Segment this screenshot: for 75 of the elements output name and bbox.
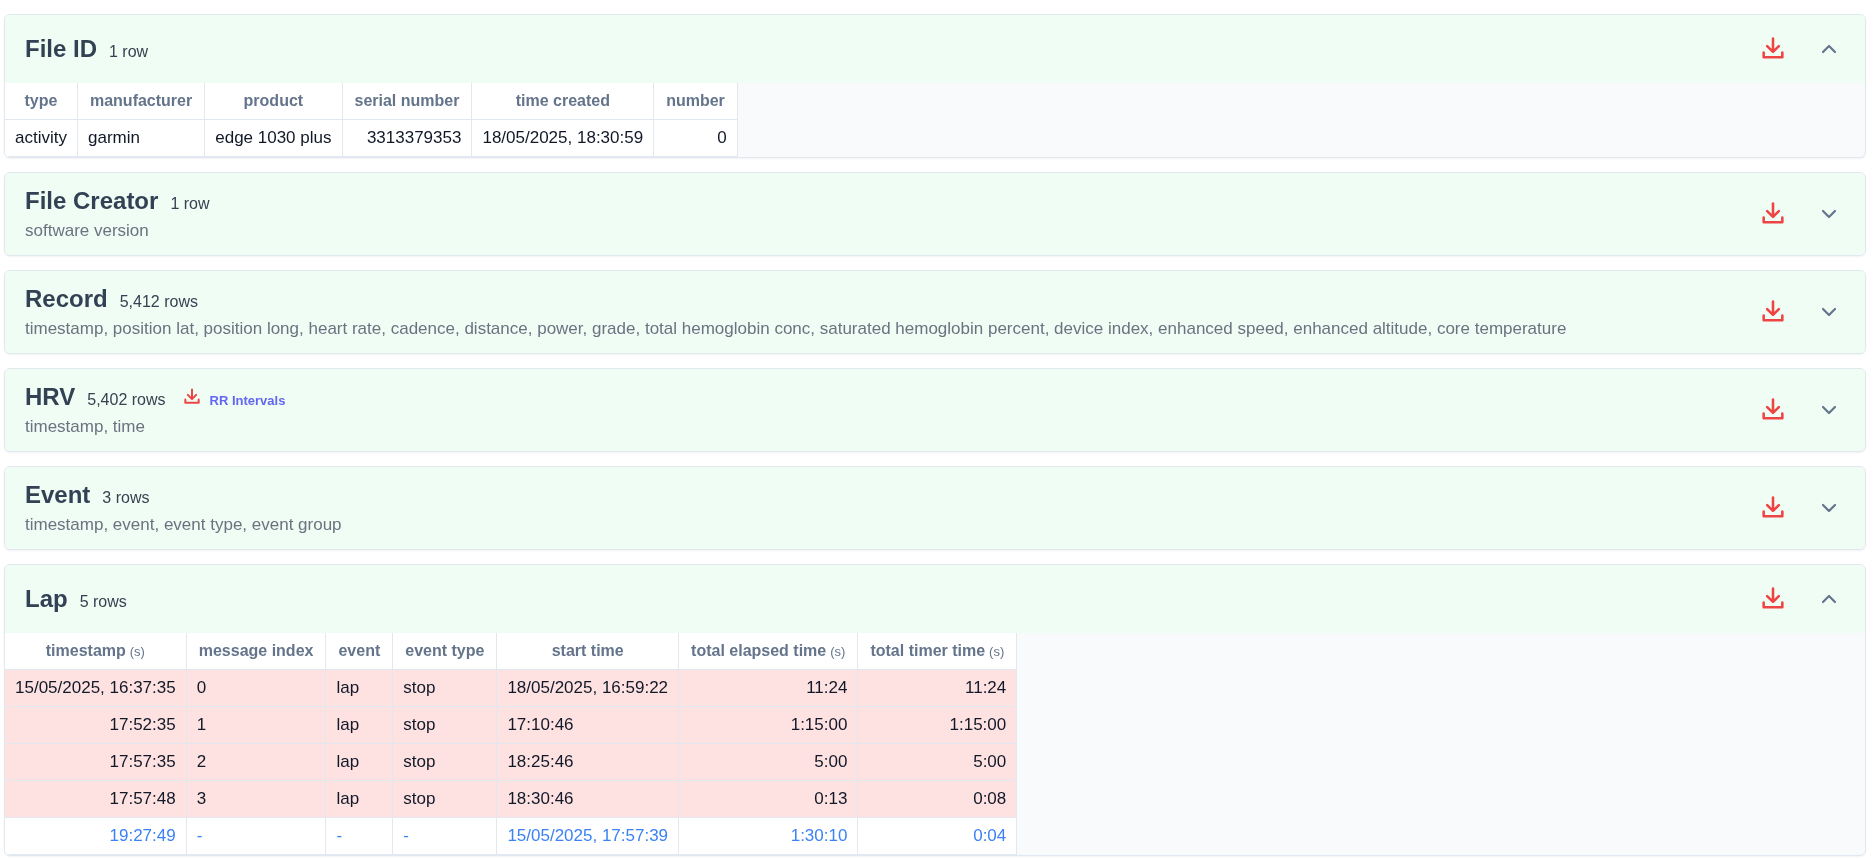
table-cell: 0:04 [857, 817, 1017, 855]
row-count: 1 row [170, 195, 210, 213]
field-list: timestamp, event, event type, event group [25, 515, 1729, 535]
table-cell: stop [392, 780, 497, 818]
table-cell: - [186, 817, 326, 855]
rr-intervals-link[interactable]: RR Intervals [209, 393, 286, 408]
row-count: 1 row [109, 43, 149, 61]
row-count: 5,402 rows [87, 391, 166, 409]
table-cell: 0 [186, 669, 326, 707]
row-count: 5 rows [79, 593, 127, 611]
table-cell: 0:08 [857, 780, 1017, 818]
row-count: 5,412 rows [119, 293, 198, 311]
table-cell: 2 [186, 743, 326, 781]
table-cell: 18:25:46 [496, 743, 679, 781]
table-cell: 1:30:10 [678, 817, 858, 855]
column-header: total elapsed time (s) [678, 633, 858, 670]
unit-label: (s) [989, 644, 1005, 659]
table-cell: 18/05/2025, 18:30:59 [471, 119, 654, 157]
table-cell: 1:15:00 [678, 706, 858, 744]
table-cell: 18:30:46 [496, 780, 679, 818]
table-cell: 15/05/2025, 17:57:39 [496, 817, 679, 855]
unit-label: (s) [830, 644, 846, 659]
table-cell: stop [392, 743, 497, 781]
column-header: type [5, 83, 78, 120]
download-icon[interactable] [181, 387, 202, 407]
table-cell: lap [325, 706, 393, 744]
column-header: timestamp (s) [5, 633, 187, 670]
table-cell: 18/05/2025, 16:59:22 [496, 669, 679, 707]
table-cell: 0:13 [678, 780, 858, 818]
table-cell: 3313379353 [342, 119, 472, 157]
section-title: Record [25, 285, 108, 313]
column-header: start time [496, 633, 679, 670]
table-cell: 5:00 [857, 743, 1017, 781]
table-cell: - [325, 817, 393, 855]
field-list: timestamp, position lat, position long, heart rate, cadence, distance, power, grade, total hemoglobin conc, saturated hemoglobin percent, device index, enhanced speed, enhanced altitude, core temperature [25, 319, 1729, 339]
column-header: manufacturer [77, 83, 205, 120]
column-header: serial number [342, 83, 472, 120]
table-cell: 1 [186, 706, 326, 744]
unit-label: (s) [129, 644, 145, 659]
table-cell: 11:24 [678, 669, 858, 707]
table-cell: 19:27:49 [5, 817, 187, 855]
table-cell: - [392, 817, 497, 855]
column-header: number [653, 83, 738, 120]
table-cell: 5:00 [678, 743, 858, 781]
table-cell: lap [325, 780, 393, 818]
table-cell: stop [392, 706, 497, 744]
table-cell: 17:57:48 [5, 780, 187, 818]
column-header: total timer time (s) [857, 633, 1017, 670]
column-header: time created [471, 83, 654, 120]
table-cell: 11:24 [857, 669, 1017, 707]
table-cell: lap [325, 669, 393, 707]
table-cell: 17:10:46 [496, 706, 679, 744]
table-cell: 17:57:35 [5, 743, 187, 781]
table-cell: lap [325, 743, 393, 781]
table-cell: 0 [653, 119, 738, 157]
section-title: HRV [25, 383, 76, 411]
table-cell: activity [5, 119, 78, 157]
section-title: File ID [25, 35, 97, 63]
table-cell: edge 1030 plus [204, 119, 342, 157]
column-header: product [204, 83, 342, 120]
section-title: Lap [25, 585, 68, 613]
section-title: File Creator [25, 187, 159, 215]
field-list: timestamp, time [25, 417, 1729, 437]
section-title: Event [25, 481, 91, 509]
column-header: event [325, 633, 393, 670]
table-cell: 17:52:35 [5, 706, 187, 744]
table-cell: garmin [77, 119, 205, 157]
field-list: software version [25, 221, 1729, 241]
column-header: event type [392, 633, 497, 670]
table-cell: 3 [186, 780, 326, 818]
table-cell: stop [392, 669, 497, 707]
column-header: message index [186, 633, 326, 670]
row-count: 3 rows [102, 489, 150, 507]
table-cell: 15/05/2025, 16:37:35 [5, 669, 187, 707]
table-cell: 1:15:00 [857, 706, 1017, 744]
